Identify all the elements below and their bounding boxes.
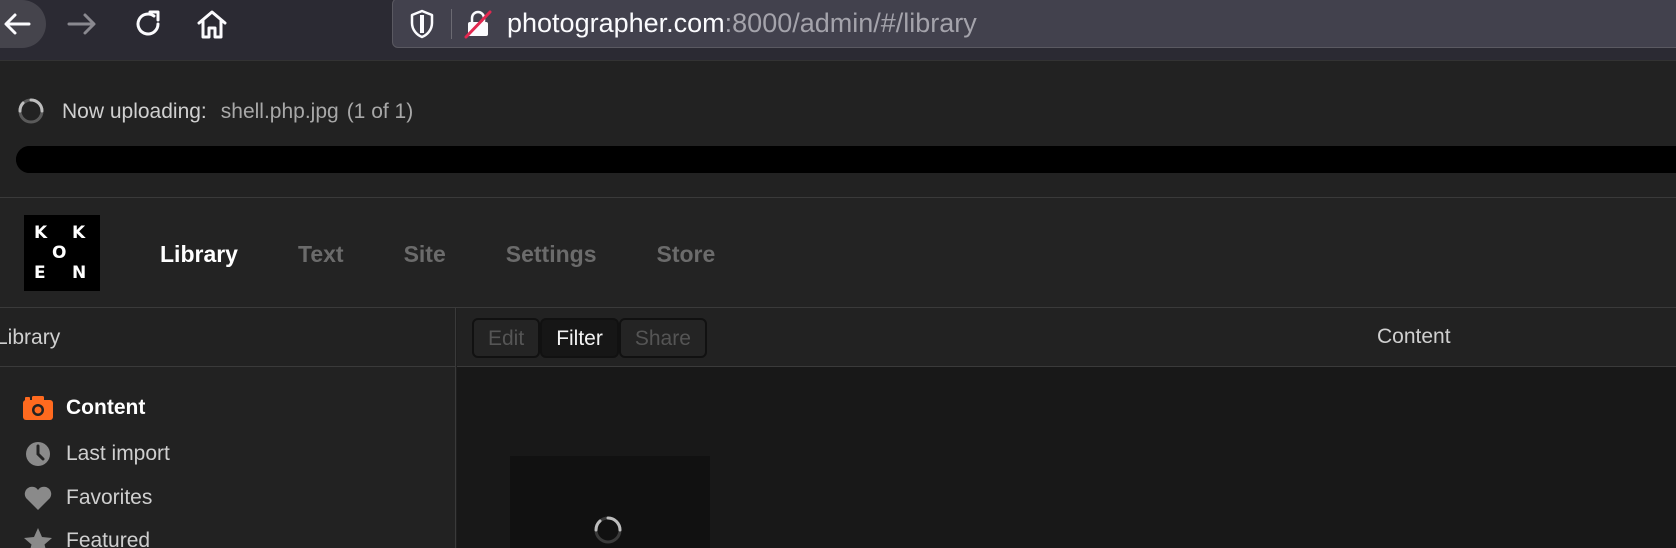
sidebar-item-label: Last import — [66, 442, 170, 465]
mode-segmented-control: Edit Filter Share — [472, 318, 707, 358]
insecure-lock-icon — [464, 10, 492, 39]
filter-button[interactable]: Filter — [540, 318, 619, 358]
nav-settings[interactable]: Settings — [506, 240, 597, 268]
reload-icon — [136, 10, 160, 36]
url-host: photographer.com — [507, 8, 725, 38]
forward-button[interactable] — [60, 0, 104, 48]
logo-letter: K — [72, 223, 86, 243]
sidebar-title: Library — [0, 326, 61, 349]
nav-store[interactable]: Store — [657, 240, 716, 268]
star-icon — [22, 527, 54, 548]
upload-progress-bar — [16, 146, 1676, 173]
content-toolbar: Edit Filter Share Content — [457, 308, 1676, 367]
url-path: :8000/admin/#/library — [724, 8, 977, 38]
spinner-icon — [18, 98, 44, 124]
app-header: K K O E N Library Text Site Settings Sto… — [0, 198, 1676, 308]
home-button[interactable] — [190, 0, 234, 48]
sidebar-item-last-import[interactable]: Last import — [22, 440, 170, 468]
shield-icon — [410, 9, 434, 39]
sidebar-item-label: Featured — [66, 529, 151, 548]
upload-message: Now uploading: shell.php.jpg (1 of 1) — [62, 99, 413, 125]
upload-filename: shell.php.jpg — [220, 100, 339, 123]
logo-letter: E — [34, 263, 46, 283]
reload-button[interactable] — [126, 0, 170, 48]
logo-letter: N — [72, 263, 87, 283]
site-info-button[interactable] — [463, 9, 493, 44]
thumbnail-spinner — [592, 514, 624, 548]
tracking-protection-button[interactable] — [409, 9, 435, 44]
spinner-icon — [594, 516, 622, 544]
url-bar[interactable]: photographer.com:8000/admin/#/library — [392, 0, 1676, 48]
upload-progress-fill — [16, 146, 1676, 173]
logo-letter: K — [34, 223, 48, 243]
nav-library[interactable]: Library — [160, 240, 238, 268]
nav-text[interactable]: Text — [298, 240, 344, 268]
library-sidebar: Library Content Last import Favorites Fe… — [0, 308, 456, 548]
uploading-thumbnail[interactable] — [510, 456, 710, 548]
share-button[interactable]: Share — [618, 318, 707, 358]
upload-label: Now uploading: — [62, 100, 207, 123]
home-icon — [197, 10, 227, 39]
clock-icon — [22, 440, 54, 468]
sidebar-item-label: Favorites — [66, 486, 153, 509]
arrow-right-icon — [67, 13, 96, 35]
upload-status: Now uploading: shell.php.jpg (1 of 1) — [0, 60, 1676, 198]
sidebar-header: Library — [0, 308, 455, 367]
arrow-left-icon — [4, 13, 31, 35]
back-button[interactable] — [0, 0, 46, 48]
nav-site[interactable]: Site — [404, 240, 446, 268]
browser-toolbar: photographer.com:8000/admin/#/library — [0, 0, 1676, 60]
url-separator — [451, 9, 452, 39]
camera-icon — [22, 394, 54, 422]
sidebar-item-label: Content — [66, 396, 146, 419]
koken-logo[interactable]: K K O E N — [24, 215, 100, 291]
edit-button[interactable]: Edit — [472, 318, 541, 358]
upload-count: (1 of 1) — [346, 100, 414, 123]
content-panel: Edit Filter Share Content — [457, 308, 1676, 548]
main-nav: Library Text Site Settings Store — [160, 240, 775, 268]
sidebar-item-content[interactable]: Content — [22, 394, 145, 422]
sidebar-item-favorites[interactable]: Favorites — [22, 484, 152, 512]
content-title: Content — [1377, 325, 1451, 348]
url-text[interactable]: photographer.com:8000/admin/#/library — [507, 6, 977, 40]
upload-spinner — [17, 97, 45, 130]
logo-letter: O — [52, 243, 67, 263]
heart-icon — [22, 484, 54, 512]
sidebar-item-featured[interactable]: Featured — [22, 527, 150, 548]
